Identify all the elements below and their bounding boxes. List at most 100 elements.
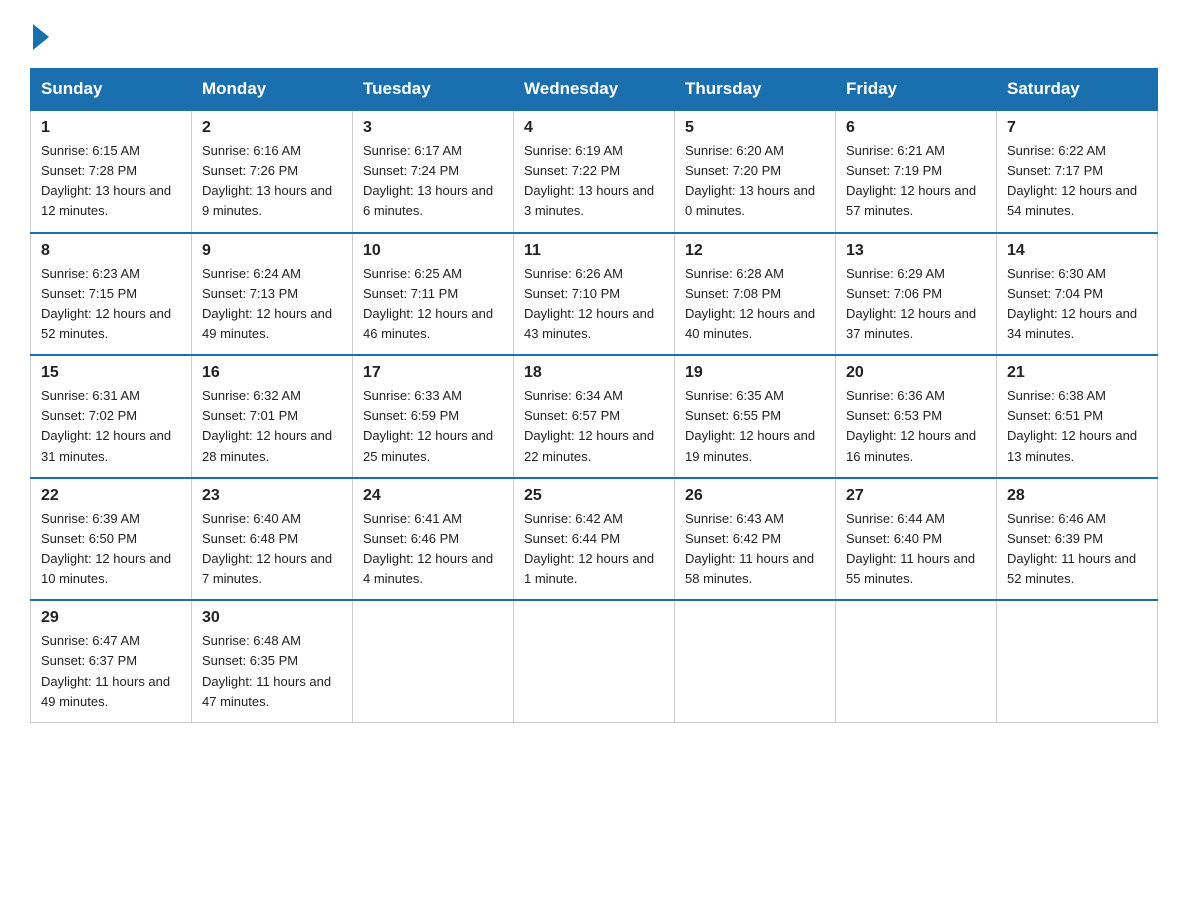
day-info: Sunrise: 6:32 AMSunset: 7:01 PMDaylight:…: [202, 386, 342, 467]
day-number: 12: [685, 242, 825, 260]
calendar-cell: 11Sunrise: 6:26 AMSunset: 7:10 PMDayligh…: [514, 233, 675, 356]
column-header-thursday: Thursday: [675, 69, 836, 111]
day-info: Sunrise: 6:35 AMSunset: 6:55 PMDaylight:…: [685, 386, 825, 467]
day-number: 9: [202, 242, 342, 260]
day-number: 22: [41, 487, 181, 505]
day-number: 7: [1007, 119, 1147, 137]
day-number: 21: [1007, 364, 1147, 382]
calendar-cell: [675, 600, 836, 722]
calendar-table: SundayMondayTuesdayWednesdayThursdayFrid…: [30, 68, 1158, 723]
day-number: 28: [1007, 487, 1147, 505]
day-number: 10: [363, 242, 503, 260]
day-info: Sunrise: 6:29 AMSunset: 7:06 PMDaylight:…: [846, 264, 986, 345]
calendar-cell: 10 Sunrise: 6:25 AMSunset: 7:11 PMDayligh…: [353, 233, 514, 356]
day-number: 1: [41, 119, 181, 137]
day-number: 30: [202, 609, 342, 627]
day-number: 23: [202, 487, 342, 505]
day-number: 4: [524, 119, 664, 137]
calendar-cell: 21Sunrise: 6:38 AMSunset: 6:51 PMDayligh…: [997, 355, 1158, 478]
week-row-4: 22 Sunrise: 6:39 AMSunset: 6:50 PMDayligh…: [31, 478, 1158, 601]
column-header-tuesday: Tuesday: [353, 69, 514, 111]
day-number: 8: [41, 242, 181, 260]
day-info: Sunrise: 6:40 AMSunset: 6:48 PMDaylight:…: [202, 509, 342, 590]
day-number: 16: [202, 364, 342, 382]
calendar-cell: [997, 600, 1158, 722]
calendar-cell: 29Sunrise: 6:47 AMSunset: 6:37 PMDayligh…: [31, 600, 192, 722]
day-info: Sunrise: 6:42 AMSunset: 6:44 PMDaylight:…: [524, 509, 664, 590]
day-number: 18: [524, 364, 664, 382]
day-info: Sunrise: 6:15 AMSunset: 7:28 PMDaylight:…: [41, 141, 181, 222]
calendar-cell: 6 Sunrise: 6:21 AMSunset: 7:19 PMDaylight…: [836, 110, 997, 233]
calendar-cell: 19 Sunrise: 6:35 AMSunset: 6:55 PMDayligh…: [675, 355, 836, 478]
calendar-cell: 17 Sunrise: 6:33 AMSunset: 6:59 PMDayligh…: [353, 355, 514, 478]
day-number: 2: [202, 119, 342, 137]
column-header-wednesday: Wednesday: [514, 69, 675, 111]
calendar-cell: 3Sunrise: 6:17 AMSunset: 7:24 PMDaylight…: [353, 110, 514, 233]
day-number: 20: [846, 364, 986, 382]
day-number: 27: [846, 487, 986, 505]
logo-arrow-icon: [33, 24, 49, 50]
calendar-cell: 20 Sunrise: 6:36 AMSunset: 6:53 PMDayligh…: [836, 355, 997, 478]
day-info: Sunrise: 6:36 AMSunset: 6:53 PMDaylight:…: [846, 386, 986, 467]
column-header-saturday: Saturday: [997, 69, 1158, 111]
day-info: Sunrise: 6:43 AMSunset: 6:42 PMDaylight:…: [685, 509, 825, 590]
day-info: Sunrise: 6:47 AMSunset: 6:37 PMDaylight:…: [41, 631, 181, 712]
day-number: 24: [363, 487, 503, 505]
calendar-cell: 30 Sunrise: 6:48 AMSunset: 6:35 PMDayligh…: [192, 600, 353, 722]
page-header: [30, 20, 1158, 50]
day-info: Sunrise: 6:16 AMSunset: 7:26 PMDaylight:…: [202, 141, 342, 222]
day-info: Sunrise: 6:48 AMSunset: 6:35 PMDaylight:…: [202, 631, 342, 712]
day-number: 6: [846, 119, 986, 137]
calendar-cell: 26 Sunrise: 6:43 AMSunset: 6:42 PMDayligh…: [675, 478, 836, 601]
calendar-cell: [514, 600, 675, 722]
day-info: Sunrise: 6:23 AMSunset: 7:15 PMDaylight:…: [41, 264, 181, 345]
week-row-2: 8 Sunrise: 6:23 AMSunset: 7:15 PMDaylight…: [31, 233, 1158, 356]
calendar-cell: 4 Sunrise: 6:19 AMSunset: 7:22 PMDaylight…: [514, 110, 675, 233]
day-info: Sunrise: 6:34 AMSunset: 6:57 PMDaylight:…: [524, 386, 664, 467]
column-header-friday: Friday: [836, 69, 997, 111]
calendar-cell: 18 Sunrise: 6:34 AMSunset: 6:57 PMDayligh…: [514, 355, 675, 478]
calendar-cell: 9 Sunrise: 6:24 AMSunset: 7:13 PMDaylight…: [192, 233, 353, 356]
week-row-3: 15 Sunrise: 6:31 AMSunset: 7:02 PMDayligh…: [31, 355, 1158, 478]
calendar-cell: 28 Sunrise: 6:46 AMSunset: 6:39 PMDayligh…: [997, 478, 1158, 601]
day-info: Sunrise: 6:25 AMSunset: 7:11 PMDaylight:…: [363, 264, 503, 345]
day-info: Sunrise: 6:19 AMSunset: 7:22 PMDaylight:…: [524, 141, 664, 222]
calendar-header-row: SundayMondayTuesdayWednesdayThursdayFrid…: [31, 69, 1158, 111]
logo: [30, 26, 49, 50]
day-info: Sunrise: 6:26 AMSunset: 7:10 PMDaylight:…: [524, 264, 664, 345]
day-info: Sunrise: 6:17 AMSunset: 7:24 PMDaylight:…: [363, 141, 503, 222]
calendar-cell: 14Sunrise: 6:30 AMSunset: 7:04 PMDayligh…: [997, 233, 1158, 356]
day-info: Sunrise: 6:24 AMSunset: 7:13 PMDaylight:…: [202, 264, 342, 345]
calendar-cell: 24 Sunrise: 6:41 AMSunset: 6:46 PMDayligh…: [353, 478, 514, 601]
day-info: Sunrise: 6:39 AMSunset: 6:50 PMDaylight:…: [41, 509, 181, 590]
column-header-monday: Monday: [192, 69, 353, 111]
day-info: Sunrise: 6:44 AMSunset: 6:40 PMDaylight:…: [846, 509, 986, 590]
calendar-cell: 23 Sunrise: 6:40 AMSunset: 6:48 PMDayligh…: [192, 478, 353, 601]
calendar-cell: 15 Sunrise: 6:31 AMSunset: 7:02 PMDayligh…: [31, 355, 192, 478]
calendar-cell: 27 Sunrise: 6:44 AMSunset: 6:40 PMDayligh…: [836, 478, 997, 601]
calendar-cell: 16 Sunrise: 6:32 AMSunset: 7:01 PMDayligh…: [192, 355, 353, 478]
week-row-1: 1 Sunrise: 6:15 AMSunset: 7:28 PMDaylight…: [31, 110, 1158, 233]
calendar-cell: [836, 600, 997, 722]
day-number: 5: [685, 119, 825, 137]
day-info: Sunrise: 6:21 AMSunset: 7:19 PMDaylight:…: [846, 141, 986, 222]
day-info: Sunrise: 6:31 AMSunset: 7:02 PMDaylight:…: [41, 386, 181, 467]
calendar-cell: 2 Sunrise: 6:16 AMSunset: 7:26 PMDaylight…: [192, 110, 353, 233]
calendar-cell: 5Sunrise: 6:20 AMSunset: 7:20 PMDaylight…: [675, 110, 836, 233]
day-info: Sunrise: 6:41 AMSunset: 6:46 PMDaylight:…: [363, 509, 503, 590]
day-number: 15: [41, 364, 181, 382]
day-number: 19: [685, 364, 825, 382]
day-number: 26: [685, 487, 825, 505]
calendar-cell: 12 Sunrise: 6:28 AMSunset: 7:08 PMDayligh…: [675, 233, 836, 356]
column-header-sunday: Sunday: [31, 69, 192, 111]
day-info: Sunrise: 6:46 AMSunset: 6:39 PMDaylight:…: [1007, 509, 1147, 590]
day-number: 17: [363, 364, 503, 382]
day-info: Sunrise: 6:33 AMSunset: 6:59 PMDaylight:…: [363, 386, 503, 467]
day-info: Sunrise: 6:22 AMSunset: 7:17 PMDaylight:…: [1007, 141, 1147, 222]
calendar-cell: 7 Sunrise: 6:22 AMSunset: 7:17 PMDaylight…: [997, 110, 1158, 233]
calendar-cell: 13Sunrise: 6:29 AMSunset: 7:06 PMDayligh…: [836, 233, 997, 356]
day-info: Sunrise: 6:28 AMSunset: 7:08 PMDaylight:…: [685, 264, 825, 345]
day-number: 25: [524, 487, 664, 505]
day-number: 14: [1007, 242, 1147, 260]
calendar-cell: 1 Sunrise: 6:15 AMSunset: 7:28 PMDaylight…: [31, 110, 192, 233]
